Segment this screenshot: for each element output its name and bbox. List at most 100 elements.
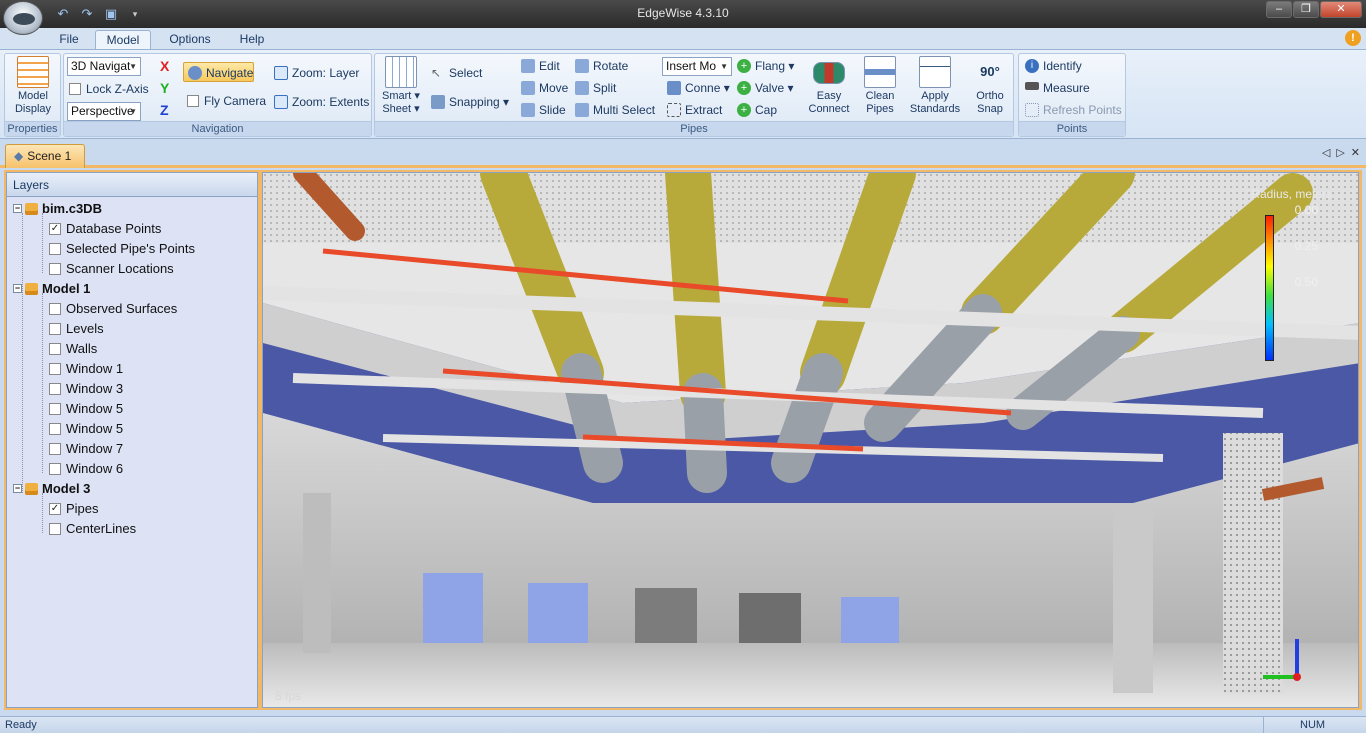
window-pane bbox=[423, 573, 483, 645]
connect-button[interactable]: Conne ▾ bbox=[667, 78, 730, 98]
tab-help[interactable]: Help bbox=[230, 30, 274, 50]
insert-mode-combo[interactable]: Insert Mo ▼ bbox=[662, 57, 732, 76]
pipes-group: Smart ▾ Sheet ▾ ↖ Select Snapping ▾ Edit M… bbox=[374, 53, 1014, 137]
lock-z-axis-checkbox[interactable]: Lock Z-Axis bbox=[69, 79, 149, 99]
tree-item-walls[interactable]: Walls bbox=[49, 339, 97, 359]
checkbox-checked[interactable]: ✓ bbox=[49, 502, 61, 515]
split-button[interactable]: Split bbox=[575, 78, 616, 98]
checkbox[interactable] bbox=[49, 382, 61, 395]
easy-connect-label-1: Easy bbox=[816, 90, 842, 102]
tree-item-label: Levels bbox=[66, 321, 104, 336]
3d-viewport[interactable]: 8 fps Radius, meters 0.00 0.25 0.50 bbox=[262, 172, 1359, 708]
tree-item-observed-surfaces[interactable]: Observed Surfaces bbox=[49, 299, 177, 319]
tree-item-window-5b[interactable]: Window 5 bbox=[49, 419, 123, 439]
checkbox[interactable] bbox=[49, 402, 61, 415]
projection-combo[interactable]: Perspective ▼ bbox=[67, 102, 141, 121]
point-cloud-scene[interactable] bbox=[263, 173, 1359, 708]
tab-options[interactable]: Options bbox=[160, 30, 220, 50]
cap-button[interactable]: + Cap bbox=[737, 100, 777, 120]
help-icon[interactable]: ! bbox=[1345, 30, 1361, 46]
tree-item-window-5a[interactable]: Window 5 bbox=[49, 399, 123, 419]
ribbon: Model Display Properties 3D Navigat ▼ Loc… bbox=[0, 49, 1366, 139]
tree-item-label: Observed Surfaces bbox=[66, 301, 178, 316]
tree-item-selected-pipes-points[interactable]: Selected Pipe's Points bbox=[49, 239, 195, 259]
checkbox[interactable] bbox=[49, 242, 61, 255]
tree-item-database-points[interactable]: ✓ Database Points bbox=[49, 219, 161, 239]
extract-button[interactable]: Extract bbox=[667, 100, 722, 120]
tab-scene-1[interactable]: ◆ Scene 1 bbox=[5, 144, 85, 168]
tree-item-levels[interactable]: Levels bbox=[49, 319, 104, 339]
checkbox[interactable] bbox=[49, 422, 61, 435]
identify-button[interactable]: i Identify bbox=[1025, 56, 1082, 76]
tree-item-window-1[interactable]: Window 1 bbox=[49, 359, 123, 379]
title-bar: ↶ ↷ ▣ ▾ EdgeWise 4.3.10 – ❐ ✕ bbox=[0, 0, 1366, 28]
close-button[interactable]: ✕ bbox=[1320, 1, 1362, 18]
edit-button[interactable]: Edit bbox=[521, 56, 560, 76]
checkbox[interactable] bbox=[49, 262, 61, 275]
easy-connect-button[interactable]: Easy Connect bbox=[805, 56, 853, 122]
select-button[interactable]: ↖ Select bbox=[431, 63, 482, 83]
navigation-mode-combo[interactable]: 3D Navigat ▼ bbox=[67, 57, 141, 76]
maximize-button[interactable]: ❐ bbox=[1293, 1, 1319, 18]
num-lock-indicator: NUM bbox=[1263, 717, 1363, 733]
collapse-icon[interactable]: − bbox=[13, 204, 22, 214]
checkbox[interactable] bbox=[49, 522, 61, 535]
collapse-icon[interactable]: − bbox=[13, 484, 22, 494]
identify-label: Identify bbox=[1043, 59, 1082, 73]
app-menu-button[interactable] bbox=[3, 1, 43, 35]
snapping-button[interactable]: Snapping ▾ bbox=[431, 92, 509, 112]
minimize-button[interactable]: – bbox=[1266, 1, 1292, 18]
y-axis-button[interactable]: Y bbox=[160, 80, 169, 96]
fly-camera-checkbox[interactable]: Fly Camera bbox=[187, 91, 266, 111]
navigate-button[interactable]: Navigate bbox=[183, 62, 254, 82]
z-axis-button[interactable]: Z bbox=[160, 102, 169, 118]
valve-button[interactable]: + Valve ▾ bbox=[737, 78, 794, 98]
apply-standards-button[interactable]: Apply Standards bbox=[905, 56, 965, 122]
checkbox[interactable] bbox=[49, 462, 61, 475]
move-button[interactable]: Move bbox=[521, 78, 568, 98]
snapping-label: Snapping bbox=[449, 95, 500, 109]
fps-counter: 8 fps bbox=[275, 689, 302, 703]
radius-legend-title: Radius, meters bbox=[1251, 187, 1332, 201]
tree-item-pipes[interactable]: ✓ Pipes bbox=[49, 499, 99, 519]
tab-model[interactable]: Model bbox=[95, 30, 151, 50]
tree-item-scanner-locations[interactable]: Scanner Locations bbox=[49, 259, 174, 279]
slide-button[interactable]: Slide bbox=[521, 100, 566, 120]
multi-select-button[interactable]: Multi Select bbox=[575, 100, 655, 120]
refresh-points-button[interactable]: Refresh Points bbox=[1025, 100, 1122, 120]
x-axis-button[interactable]: X bbox=[160, 58, 169, 74]
smart-sheet-button[interactable]: Smart ▾ Sheet ▾ bbox=[378, 56, 424, 122]
tree-node-bim-c3db[interactable]: − bim.c3DB bbox=[13, 199, 102, 219]
close-document-icon[interactable]: ✕ bbox=[1351, 146, 1360, 159]
checkbox-checked[interactable]: ✓ bbox=[49, 222, 61, 235]
clean-pipes-button[interactable]: Clean Pipes bbox=[857, 56, 903, 122]
scene-tab-label: Scene 1 bbox=[27, 149, 72, 163]
tree-item-centerlines[interactable]: CenterLines bbox=[49, 519, 136, 539]
checkbox[interactable] bbox=[49, 442, 61, 455]
tree-node-model-1[interactable]: − Model 1 bbox=[13, 279, 90, 299]
rotate-button[interactable]: Rotate bbox=[575, 56, 628, 76]
checkbox[interactable] bbox=[49, 322, 61, 335]
select-label: Select bbox=[449, 66, 483, 80]
checkbox[interactable] bbox=[49, 302, 61, 315]
window-pane bbox=[528, 583, 588, 647]
legend-tick: 0.50 bbox=[1294, 275, 1318, 289]
zoom-layer-button[interactable]: Zoom: Layer bbox=[274, 63, 359, 83]
tab-file[interactable]: File bbox=[52, 30, 86, 50]
scroll-left-icon[interactable]: ◁ bbox=[1322, 146, 1330, 159]
tree-item-window-3[interactable]: Window 3 bbox=[49, 379, 123, 399]
tree-item-window-6[interactable]: Window 6 bbox=[49, 459, 123, 479]
measure-button[interactable]: Measure bbox=[1025, 78, 1090, 98]
zoom-extents-button[interactable]: Zoom: Extents bbox=[274, 92, 369, 112]
flange-button[interactable]: + Flang ▾ bbox=[737, 56, 794, 76]
collapse-icon[interactable]: − bbox=[13, 284, 22, 294]
tree-item-window-7[interactable]: Window 7 bbox=[49, 439, 123, 459]
checkbox[interactable] bbox=[49, 362, 61, 375]
ortho-snap-button[interactable]: 90° Ortho Snap bbox=[969, 56, 1011, 122]
tree-node-model-3[interactable]: − Model 3 bbox=[13, 479, 90, 499]
scroll-right-icon[interactable]: ▷ bbox=[1336, 146, 1344, 159]
extract-label: Extract bbox=[685, 103, 723, 117]
checkbox[interactable] bbox=[49, 342, 61, 355]
navigation-group: 3D Navigat ▼ Lock Z-Axis Perspective ▼ X Y… bbox=[63, 53, 372, 137]
model-display-button[interactable]: Model Display bbox=[8, 56, 58, 122]
